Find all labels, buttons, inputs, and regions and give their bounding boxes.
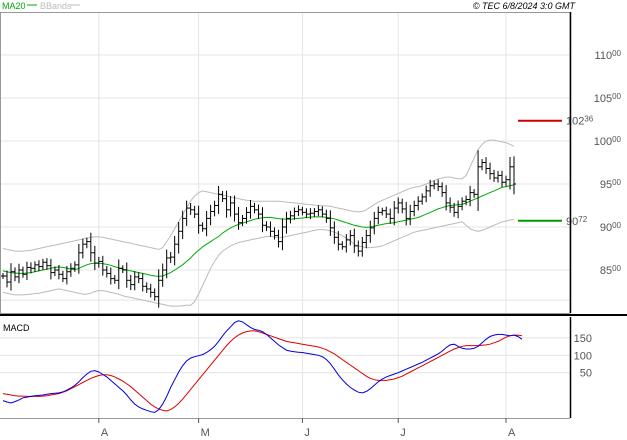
macd-tick-label: 100 [574, 350, 592, 362]
support-label: 9072 [566, 215, 588, 228]
macd-tick-label: 150 [574, 333, 592, 345]
x-tick-label: M [201, 427, 210, 439]
macd-grid [0, 317, 570, 418]
price-tick-label: 9000 [600, 221, 622, 234]
price-tick-label: 11000 [595, 49, 622, 62]
price-tick-label: 10000 [594, 135, 622, 148]
copyright-text: © TEC 6/8/2024 3:0 GMT [473, 1, 577, 11]
legend-bbands: BBands [40, 1, 72, 11]
stock-chart: 102369072 110001050010000950090008500150… [0, 1, 627, 439]
x-tick-label: A [101, 427, 109, 439]
x-axis-labels: AMJJA [98, 418, 516, 439]
price-tick-label: 10500 [594, 92, 622, 105]
price-tick-label: 8500 [600, 264, 622, 277]
price-tick-label: 9500 [600, 178, 622, 191]
legend-ma20: MA20 [2, 1, 26, 11]
macd-title: MACD [3, 323, 30, 333]
macd-tick-label: 50 [580, 368, 592, 380]
macd-panel-bg [0, 317, 570, 418]
x-tick-label: A [508, 427, 516, 439]
x-tick-label: J [304, 427, 310, 439]
x-tick-label: J [400, 427, 406, 439]
